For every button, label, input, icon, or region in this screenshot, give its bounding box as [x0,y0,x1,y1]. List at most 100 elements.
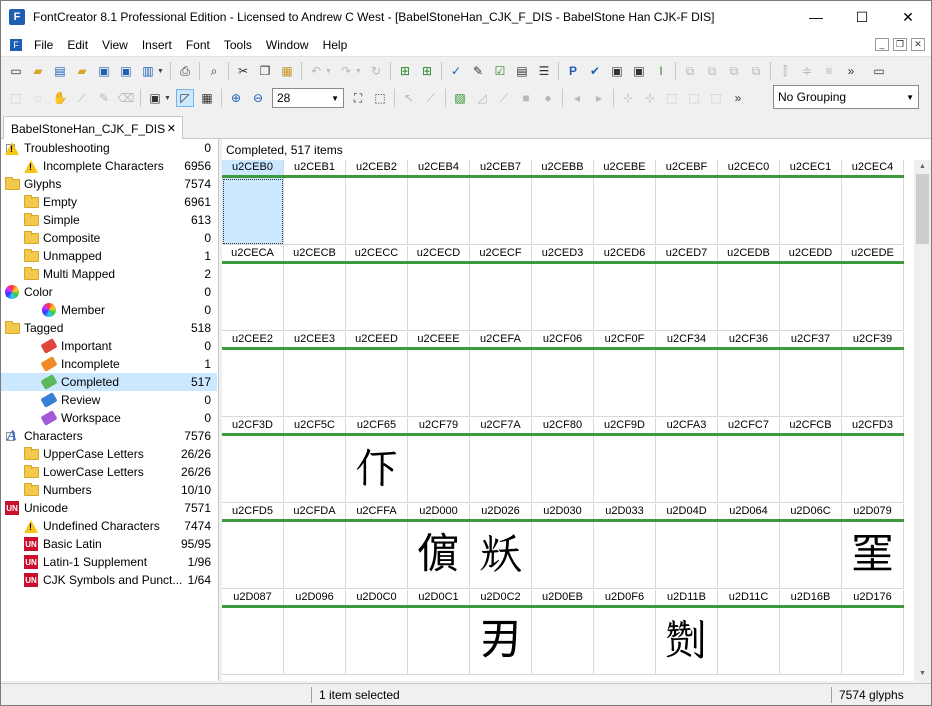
glyph-cell[interactable]: u2D0F6 𭃶 [594,590,656,675]
glyph-cell[interactable]: u2CEE2 𬻢 [222,332,284,417]
zoom-select[interactable]: 28 ▼ [272,88,344,108]
glyph-cell[interactable]: u2CF80 𬾀 [532,418,594,503]
glyph-cell[interactable]: u2CEB0 𬺰 [222,160,284,245]
glyph-cell[interactable]: u2CED6 𬻖 [594,246,656,331]
glyph-cell[interactable]: u2D16B 𭅫 [780,590,842,675]
fill-color-icon[interactable]: ▣ [146,89,164,107]
align3-icon[interactable]: ⧉ [725,62,743,80]
save-icon[interactable]: ▣ [95,62,113,80]
glyph-cell[interactable]: u2CEB4 𬺴 [408,160,470,245]
sidebar-item-cjk-symbols-and-punct[interactable]: UN CJK Symbols and Punct... 1/64 [1,571,217,589]
new-icon[interactable]: ▭ [7,62,25,80]
glyph-cell[interactable]: u2CF9D 𬾝 [594,418,656,503]
glyph-cell[interactable]: u2CFFA 𬿺 [346,504,408,589]
sidebar-item-multi-mapped[interactable]: Multi Mapped 2 [1,265,217,283]
glyph-cell[interactable]: u2CFD3 𬿓 [842,418,904,503]
line-icon[interactable]: ⟋ [422,89,440,107]
find-icon[interactable]: ⌕ [205,62,223,80]
menu-view[interactable]: View [95,33,135,57]
glyph-cell[interactable]: u2CEDD 𬻝 [780,246,842,331]
eraser-icon[interactable]: ⌫ [117,89,135,107]
glyph-cell[interactable]: u2CF79 𬽹 [408,418,470,503]
checkbox-icon[interactable]: ☑ [491,62,509,80]
close-window-button[interactable]: ✕ [885,1,931,33]
distribute3-icon[interactable]: ≡ [820,62,838,80]
sidebar-item-incomplete-characters[interactable]: ! Incomplete Characters 6956 [1,157,217,175]
repeat-icon[interactable]: ↻ [367,62,385,80]
glyph-cell[interactable]: u2D04D 𭁍 [656,504,718,589]
sidebar-item-numbers[interactable]: Numbers 10/10 [1,481,217,499]
snap-icon[interactable]: ▦ [198,89,216,107]
save-all-icon[interactable]: ▣ [117,62,135,80]
sidebar-item-completed[interactable]: Completed 517 [1,373,217,391]
shape-icon[interactable]: ◿ [473,89,491,107]
glyph-cell[interactable]: u2D0C0 𭃀 [346,590,408,675]
sidebar-item-incomplete[interactable]: Incomplete 1 [1,355,217,373]
properties-icon[interactable]: P [564,62,582,80]
hand-icon[interactable]: ✋ [51,89,69,107]
font-test-icon[interactable]: ▣ [630,62,648,80]
font-list-icon[interactable]: ▤ [51,62,69,80]
distribute2-icon[interactable]: ≑ [798,62,816,80]
glyph-cell[interactable]: u2CECA 𬻊 [222,246,284,331]
insert-icon[interactable]: I [652,62,670,80]
glyph-cell[interactable]: u2CF5C 𬽜 [284,418,346,503]
align4-icon[interactable]: ⧉ [747,62,765,80]
toolbar-overflow-icon[interactable]: » [842,62,860,80]
glyph-cell[interactable]: u2CEDE 𬻞 [842,246,904,331]
menu-file[interactable]: File [27,33,60,57]
grid-a-icon[interactable]: ⊹ [619,89,637,107]
menu-edit[interactable]: Edit [60,33,95,57]
glyph-cell[interactable]: u2CF7A 𬽺 [470,418,532,503]
pointer-icon[interactable]: ↖ [400,89,418,107]
maximize-button[interactable]: ☐ [839,1,885,33]
print-icon[interactable]: ⎙ [176,62,194,80]
glyph-cell[interactable]: u2CEB7 𬺷 [470,160,532,245]
preview-icon[interactable]: ▣ [608,62,626,80]
sidebar-item-important[interactable]: Important 0 [1,337,217,355]
glyph-cell[interactable]: u2CEEE 𬻮 [408,332,470,417]
align2-icon[interactable]: ⧉ [703,62,721,80]
glyph-cell[interactable]: u2CEE3 𬻣 [284,332,346,417]
menu-insert[interactable]: Insert [135,33,179,57]
mdi-restore-button[interactable]: ❐ [893,38,907,51]
brush-icon[interactable]: ⟋ [495,89,513,107]
glyph-cell[interactable]: u2D030 𭀰 [532,504,594,589]
sidebar-item-basic-latin[interactable]: UN Basic Latin 95/95 [1,535,217,553]
glyph-cell[interactable]: u2CECF 𬻏 [470,246,532,331]
spell-check-icon[interactable]: ✓ [447,62,465,80]
validate-icon[interactable]: ✎ [469,62,487,80]
paste-icon[interactable]: ▦ [278,62,296,80]
redo-icon[interactable]: ↷ [337,62,355,80]
sidebar-item-workspace[interactable]: Workspace 0 [1,409,217,427]
distribute-icon[interactable]: ⫿ [776,62,794,80]
fit-icon[interactable]: ⛶ [349,89,367,107]
glyph-cell[interactable]: u2CFA3 𬾣 [656,418,718,503]
menu-window[interactable]: Window [259,33,316,57]
glyph-cell[interactable]: u2D033 𭀳 [594,504,656,589]
sidebar-item-tagged[interactable]: −Tagged518 [1,319,217,337]
export-dropdown-icon[interactable]: ▼ [157,68,165,75]
glyph-cell[interactable]: u2CEC1 𬻁 [780,160,842,245]
document-tab[interactable]: BabelStoneHan_CJK_F_DIS ✕ [3,116,183,140]
glyph-cell[interactable]: u2CFD5 𬿕 [222,504,284,589]
show-grid-icon[interactable]: ◸ [176,89,194,107]
sidebar-item-glyphs[interactable]: −Glyphs7574 [1,175,217,193]
glyph-cell[interactable]: u2D0EB 𭃫 [532,590,594,675]
image-icon[interactable]: ▨ [451,89,469,107]
export-icon[interactable]: ▥ [139,62,157,80]
sidebar-item-characters[interactable]: − A Characters 7576 [1,427,217,445]
glyph-cell[interactable]: u2CEBF 𬺿 [656,160,718,245]
glyph-cell[interactable]: u2CEED 𬻭 [346,332,408,417]
glyph-cell[interactable]: u2D11C 𭄜 [718,590,780,675]
glyph-cell[interactable]: u2CED3 𬻓 [532,246,594,331]
copy-icon[interactable]: ❐ [256,62,274,80]
prev-icon[interactable]: ◂ [568,89,586,107]
glyph-cell[interactable]: u2CFCB 𬿋 [780,418,842,503]
sidebar-item-troubleshooting[interactable]: −! Troubleshooting 0 [1,139,217,157]
undo-dropdown-icon[interactable]: ▼ [325,68,333,75]
grid-d-icon[interactable]: ⬚ [685,89,703,107]
glyph-cell[interactable]: u2CF34 𬼴 [656,332,718,417]
sidebar-item-simple[interactable]: Simple 613 [1,211,217,229]
minimize-button[interactable]: — [793,1,839,33]
